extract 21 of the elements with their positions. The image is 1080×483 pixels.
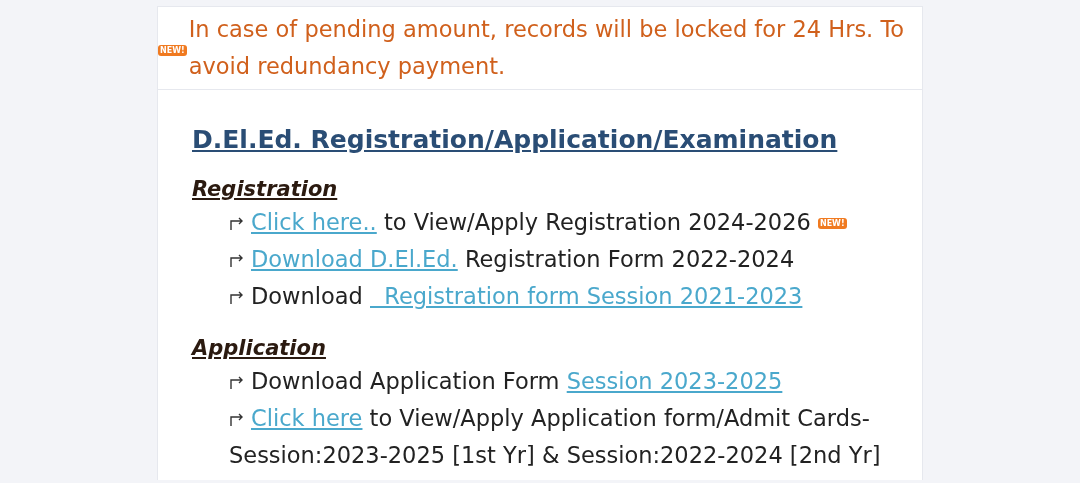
section-title: Registration [192, 176, 339, 203]
new-badge: NEW! [817, 218, 847, 229]
arrow-icon [229, 252, 245, 268]
list-item: Click here to View/Apply Application form/Admit Cards-Session:2023-2025 [1st Yr] & Session:2022-2024 [2nd Yr] [229, 404, 882, 470]
list-item: Download D.El.Ed. Registration Form 2022-2024 [229, 241, 892, 278]
new-badge: NEW! [158, 44, 187, 56]
link[interactable]: Click here.. [251, 209, 377, 235]
link[interactable]: Download D.El.Ed. [251, 246, 458, 272]
list-item: Download Application Form Session 2023-2025 [229, 363, 892, 400]
link[interactable]: Registration form Session 2021-2023 [370, 283, 803, 309]
section-title: Application [192, 335, 327, 362]
link[interactable]: Session 2023-2025 [566, 368, 783, 394]
arrow-icon [229, 215, 245, 231]
link[interactable]: Click here [251, 405, 363, 431]
list-item: Download Registration form Session 2021-2023 [229, 278, 892, 315]
list-item: Click here.. to View/Apply Registration 2024-2026 $^{NEW!}$ [229, 204, 892, 241]
arrow-icon [229, 374, 245, 390]
notice-text: In case of pending amount, records will be locked for 24 Hrs. To avoid redundancy payment. [188, 15, 906, 81]
arrow-icon [229, 289, 245, 305]
page-heading[interactable]: D.El.Ed. Registration/Application/Examination [192, 120, 892, 160]
arrow-icon [229, 411, 245, 427]
